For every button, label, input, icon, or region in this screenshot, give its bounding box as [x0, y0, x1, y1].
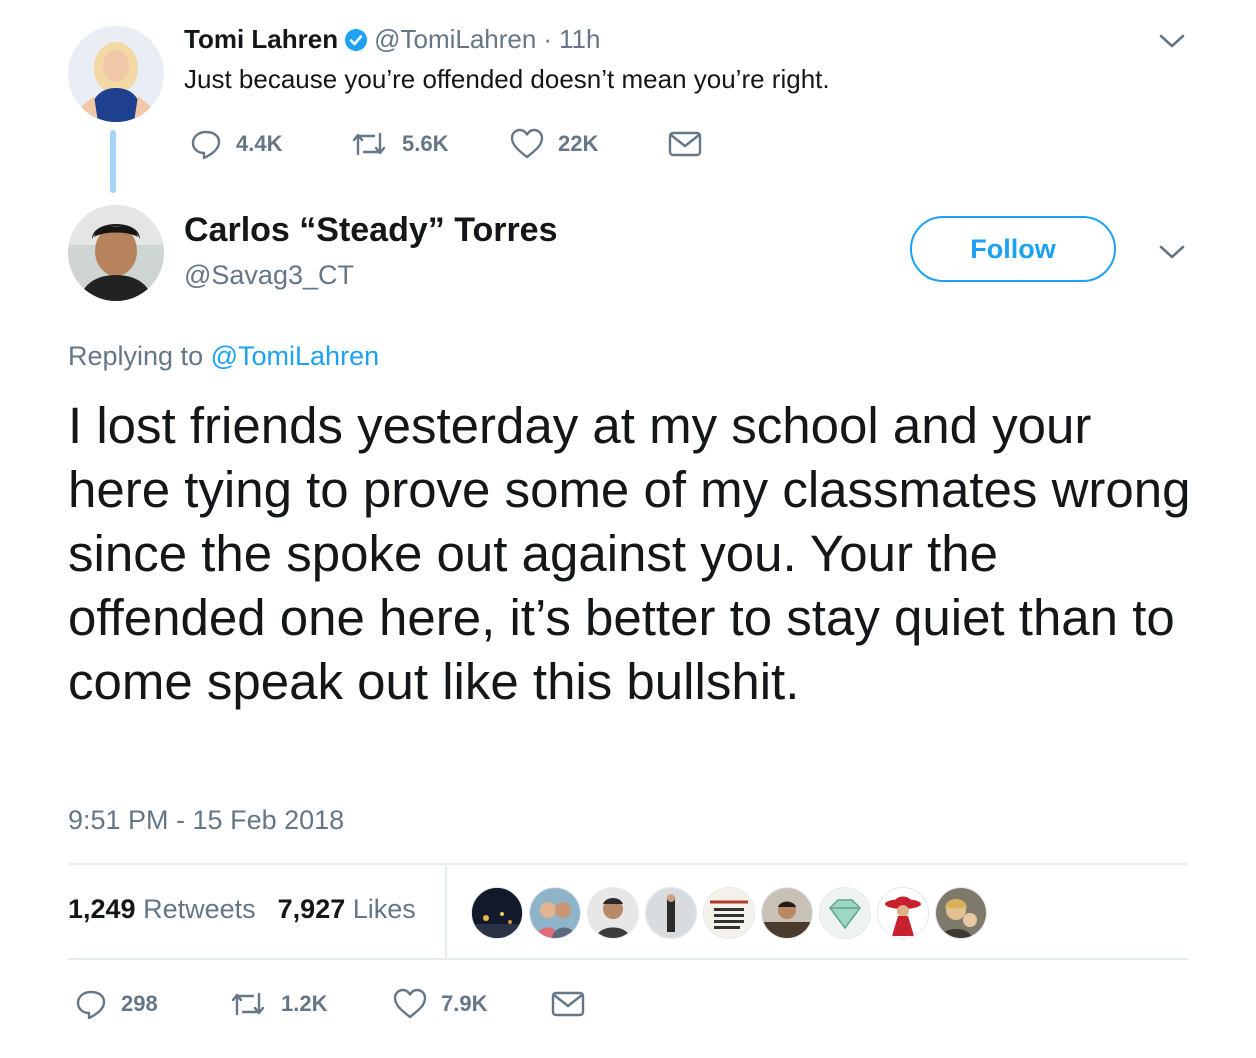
liker-avatar[interactable]	[587, 887, 639, 939]
follow-button[interactable]: Follow	[910, 216, 1116, 282]
replying-to-handle-link[interactable]: @TomiLahren	[211, 341, 380, 371]
liker-avatar[interactable]	[703, 887, 755, 939]
retweet-icon	[231, 992, 265, 1016]
main-reply-button[interactable]: 298	[75, 988, 229, 1020]
parent-reply-count: 4.4K	[236, 131, 283, 156]
divider-top	[68, 863, 1188, 865]
liker-avatar[interactable]	[529, 887, 581, 939]
parent-handle[interactable]: @TomiLahren	[374, 24, 536, 55]
liker-avatar[interactable]	[877, 887, 929, 939]
likes-stat-count: 7,927	[277, 894, 346, 924]
replying-to: Replying to @TomiLahren	[68, 341, 379, 372]
envelope-icon	[668, 131, 702, 157]
reply-icon	[191, 130, 221, 160]
main-dm-button[interactable]	[551, 990, 585, 1018]
main-like-count: 7.9K	[441, 991, 488, 1016]
parent-actions: 4.4K 5.6K 22K	[190, 128, 702, 160]
main-like-button[interactable]: 7.9K	[393, 988, 551, 1020]
avatar-carlos-image	[68, 205, 164, 301]
likes-stat[interactable]: 7,927 Likes	[278, 894, 416, 925]
liker-avatar[interactable]	[935, 887, 987, 939]
main-author-name[interactable]: Carlos “Steady” Torres	[184, 211, 558, 250]
liker-avatar[interactable]	[761, 887, 813, 939]
avatar-tomi[interactable]	[68, 26, 164, 122]
divider-bottom	[68, 958, 1188, 960]
retweet-icon	[352, 132, 386, 156]
stats-vertical-divider	[445, 866, 447, 958]
parent-author-name[interactable]: Tomi Lahren	[184, 24, 338, 55]
retweets-stat[interactable]: 1,249 Retweets	[68, 894, 256, 925]
main-retweet-count: 1.2K	[281, 991, 328, 1016]
parent-like-count: 22K	[558, 131, 599, 156]
retweets-stat-label: Retweets	[143, 894, 256, 924]
replying-to-prefix: Replying to	[68, 341, 204, 371]
liker-avatar[interactable]	[819, 887, 871, 939]
heart-icon	[510, 128, 544, 159]
tweet-timestamp[interactable]: 9:51 PM - 15 Feb 2018	[68, 805, 344, 836]
main-retweet-button[interactable]: 1.2K	[229, 988, 393, 1020]
parent-reply-button[interactable]: 4.4K	[190, 128, 350, 160]
avatar-carlos[interactable]	[68, 205, 164, 301]
main-actions: 298 1.2K 7.9K	[75, 988, 585, 1020]
retweets-stat-count: 1,249	[68, 894, 136, 924]
main-tweet-text: I lost friends yesterday at my school an…	[68, 397, 1191, 710]
likes-stat-label: Likes	[352, 894, 416, 924]
liker-avatar[interactable]	[645, 887, 697, 939]
heart-icon	[393, 988, 427, 1019]
main-handle[interactable]: @Savag3_CT	[184, 260, 354, 291]
parent-separator: ·	[543, 24, 553, 54]
parent-tweet-text: Just because you’re offended doesn’t mea…	[184, 64, 830, 94]
parent-retweet-count: 5.6K	[402, 131, 449, 156]
envelope-icon	[551, 991, 585, 1017]
parent-dm-button[interactable]	[668, 130, 702, 158]
verified-badge-icon	[344, 28, 368, 52]
engagement-stats: 1,249 Retweets 7,927 Likes	[68, 894, 416, 925]
parent-retweet-button[interactable]: 5.6K	[350, 128, 510, 160]
reply-icon	[76, 990, 106, 1020]
thread-connector-line	[110, 130, 116, 193]
avatar-tomi-image	[68, 26, 164, 122]
parent-like-button[interactable]: 22K	[510, 128, 668, 160]
main-chevron-down-icon[interactable]	[1158, 243, 1186, 266]
main-reply-count: 298	[121, 991, 158, 1016]
parent-chevron-down-icon[interactable]	[1158, 32, 1186, 55]
parent-time[interactable]: 11h	[559, 24, 600, 55]
parent-tweet-header: Tomi Lahren @TomiLahren · 11h	[184, 24, 600, 55]
liker-avatar[interactable]	[471, 887, 523, 939]
